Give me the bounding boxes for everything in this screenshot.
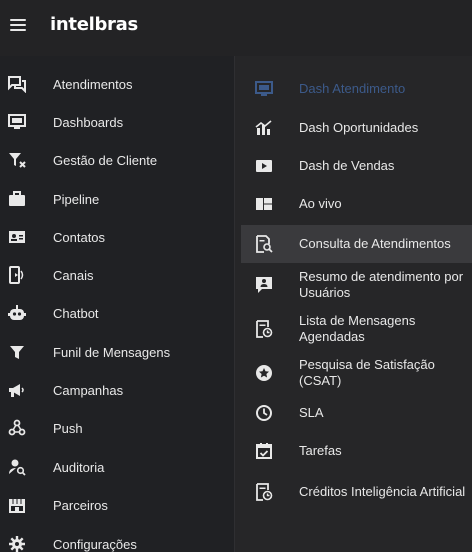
storefront-icon bbox=[7, 495, 27, 515]
push-network-icon bbox=[7, 418, 27, 438]
sidebar-item-label: Push bbox=[53, 420, 83, 436]
chart-trend-icon bbox=[254, 118, 274, 138]
sidebar-item-label: Auditoria bbox=[53, 459, 105, 475]
sidebar-item-label: Pipeline bbox=[53, 191, 100, 207]
submenu-item-creditos-inteligencia-artificial[interactable]: Créditos Inteligência Artificial bbox=[241, 470, 472, 514]
filter-icon bbox=[7, 150, 27, 170]
megaphone-icon bbox=[7, 380, 27, 400]
submenu-item-pesquisa-de-satisfacao[interactable]: Pesquisa de Satisfação (CSAT) bbox=[241, 351, 472, 395]
sidebar: Atendimentos Dashboards Gestão de Client… bbox=[0, 56, 235, 552]
sidebar-item-label: Gestão de Cliente bbox=[53, 152, 158, 168]
sidebar-item-gestao-de-cliente[interactable]: Gestão de Cliente bbox=[0, 141, 234, 179]
funnel-icon bbox=[7, 342, 27, 362]
clock-icon bbox=[254, 403, 274, 423]
sidebar-item-funil-de-mensagens[interactable]: Funil de Mensagens bbox=[0, 333, 234, 371]
scheduled-list-icon bbox=[254, 319, 274, 339]
sidebar-item-dashboards[interactable]: Dashboards bbox=[0, 103, 234, 141]
submenu-item-consulta-de-atendimentos[interactable]: Consulta de Atendimentos bbox=[241, 225, 472, 263]
calendar-check-icon bbox=[254, 441, 274, 461]
submenu-item-sla[interactable]: SLA bbox=[241, 394, 472, 432]
submenu-item-label: Pesquisa de Satisfação (CSAT) bbox=[299, 357, 435, 388]
ai-credits-icon bbox=[254, 482, 274, 502]
submenu-item-dash-de-vendas[interactable]: Dash de Vendas bbox=[241, 147, 472, 185]
sidebar-item-label: Chatbot bbox=[53, 305, 99, 321]
user-chat-icon bbox=[254, 275, 274, 295]
document-search-icon bbox=[254, 234, 274, 254]
submenu-item-resumo-de-atendimento-por-usuarios[interactable]: Resumo de atendimento por Usuários bbox=[241, 263, 472, 307]
sidebar-item-label: Contatos bbox=[53, 229, 106, 245]
sidebar-item-parceiros[interactable]: Parceiros bbox=[0, 486, 234, 524]
submenu-item-lista-de-mensagens-agendadas[interactable]: Lista de Mensagens Agendadas bbox=[241, 307, 472, 351]
top-bar: intelbras bbox=[0, 0, 472, 56]
submenu-item-label: Lista de Mensagens Agendadas bbox=[299, 313, 416, 344]
sidebar-item-label: Funil de Mensagens bbox=[53, 344, 171, 360]
user-search-icon bbox=[7, 457, 27, 477]
app-logo: intelbras bbox=[50, 14, 138, 35]
submenu-item-label: Ao vivo bbox=[299, 196, 342, 211]
sidebar-item-campanhas[interactable]: Campanhas bbox=[0, 371, 234, 409]
sidebar-item-contatos[interactable]: Contatos bbox=[0, 218, 234, 256]
sidebar-item-atendimentos[interactable]: Atendimentos bbox=[0, 65, 234, 103]
briefcase-icon bbox=[7, 189, 27, 209]
submenu-item-dash-atendimento[interactable]: Dash Atendimento bbox=[241, 70, 472, 108]
sidebar-item-configuracoes[interactable]: Configurações bbox=[0, 525, 234, 552]
submenu-item-tarefas[interactable]: Tarefas bbox=[241, 432, 472, 470]
monitor-icon bbox=[7, 112, 27, 132]
dashboards-submenu: Dash Atendimento Dash Oportunidades Dash… bbox=[235, 56, 472, 552]
sidebar-item-label: Parceiros bbox=[53, 497, 108, 513]
hamburger-menu-icon[interactable] bbox=[10, 19, 26, 35]
sidebar-item-label: Campanhas bbox=[53, 382, 124, 398]
sidebar-item-chatbot[interactable]: Chatbot bbox=[0, 294, 234, 332]
sidebar-item-label: Configurações bbox=[53, 536, 137, 552]
submenu-item-label: Dash Oportunidades bbox=[299, 120, 419, 135]
submenu-item-label: Tarefas bbox=[299, 443, 342, 458]
star-circle-icon bbox=[254, 363, 274, 383]
submenu-item-label: Consulta de Atendimentos bbox=[299, 236, 451, 251]
submenu-item-label: Resumo de atendimento por Usuários bbox=[299, 269, 464, 300]
robot-icon bbox=[7, 303, 27, 323]
submenu-item-label: Dash de Vendas bbox=[299, 158, 395, 173]
sidebar-item-push[interactable]: Push bbox=[0, 409, 234, 447]
monitor-icon bbox=[254, 79, 274, 99]
chat-bubbles-icon bbox=[7, 74, 27, 94]
submenu-item-label: SLA bbox=[299, 405, 324, 420]
submenu-item-label: Créditos Inteligência Artificial bbox=[299, 484, 466, 499]
sidebar-item-auditoria[interactable]: Auditoria bbox=[0, 448, 234, 486]
submenu-item-dash-oportunidades[interactable]: Dash Oportunidades bbox=[241, 109, 472, 147]
grid-layout-icon bbox=[254, 194, 274, 214]
submenu-item-ao-vivo[interactable]: Ao vivo bbox=[241, 185, 472, 223]
sidebar-item-label: Canais bbox=[53, 267, 94, 283]
contact-card-icon bbox=[7, 227, 27, 247]
phone-channels-icon bbox=[7, 265, 27, 285]
sidebar-item-label: Atendimentos bbox=[53, 76, 133, 92]
sidebar-item-label: Dashboards bbox=[53, 114, 124, 130]
sidebar-item-pipeline[interactable]: Pipeline bbox=[0, 180, 234, 218]
sidebar-item-canais[interactable]: Canais bbox=[0, 256, 234, 294]
video-play-icon bbox=[254, 156, 274, 176]
submenu-item-label: Dash Atendimento bbox=[299, 81, 406, 96]
gear-icon bbox=[7, 534, 27, 552]
